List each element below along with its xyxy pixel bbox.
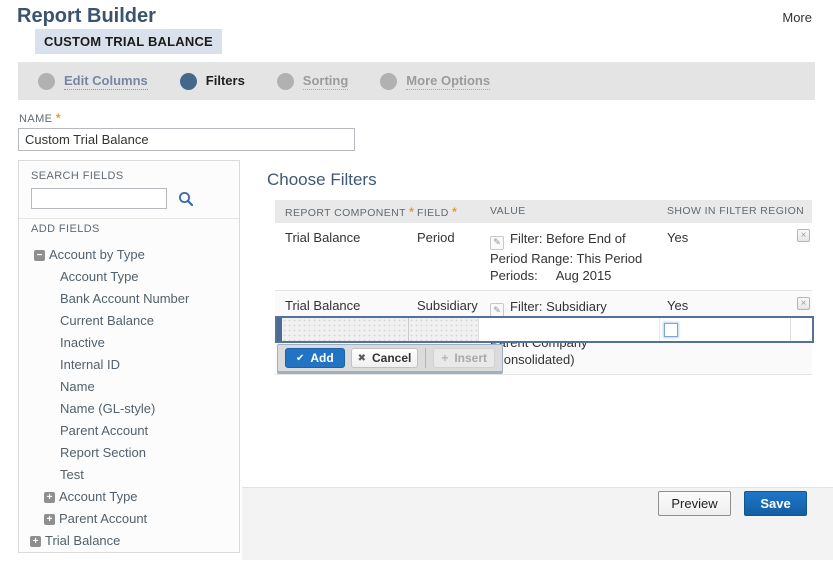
fields-sidebar: SEARCH FIELDS ADD FIELDS − Account by Ty…: [18, 160, 240, 553]
expand-icon[interactable]: +: [44, 513, 55, 525]
edit-cell-field: [409, 318, 479, 341]
choose-filters-heading: Choose Filters: [267, 170, 377, 189]
step-filters[interactable]: Filters: [179, 72, 245, 90]
more-link[interactable]: More: [782, 10, 812, 25]
save-button[interactable]: Save: [744, 491, 807, 516]
insert-button[interactable]: + Insert: [433, 348, 495, 368]
check-icon: ✔: [295, 352, 305, 364]
report-name-chip: CUSTOM TRIAL BALANCE: [35, 29, 222, 54]
col-field: FIELD *: [417, 205, 458, 219]
tree-item-test[interactable]: Test: [19, 464, 239, 486]
search-fields-input[interactable]: [31, 188, 167, 209]
report-builder-window: Report Builder More CUSTOM TRIAL BALANCE…: [0, 0, 833, 566]
edit-row-toolbar: ✔ Add ✖ Cancel + Insert: [277, 344, 503, 372]
col-report-component: REPORT COMPONENT *: [285, 205, 415, 219]
required-asterisk: *: [55, 111, 61, 125]
collapse-icon[interactable]: −: [34, 249, 45, 261]
tree-item-parent-account[interactable]: Parent Account: [19, 420, 239, 442]
expand-icon[interactable]: +: [44, 491, 55, 503]
tree-item-account-type-group[interactable]: + Account Type: [19, 486, 239, 508]
tree-item-parent-account-group[interactable]: + Parent Account: [19, 508, 239, 530]
tree-item-label: Parent Account: [59, 511, 148, 526]
tree-item-label: Account Type: [59, 489, 138, 504]
tree-item-label: Report Section: [60, 445, 146, 460]
cell-field: Period: [417, 230, 455, 245]
add-button[interactable]: ✔ Add: [285, 348, 345, 368]
step-label: More Options: [406, 72, 491, 90]
search-button[interactable]: [177, 190, 195, 208]
tree-item-label: Test: [60, 467, 84, 482]
cancel-button[interactable]: ✖ Cancel: [350, 348, 419, 368]
tree-item-name[interactable]: Name: [19, 376, 239, 398]
cell-show-in-filter-region: Yes: [667, 230, 689, 245]
tree-item-label: Name (GL-style): [60, 401, 156, 416]
tree-item-label: Account Type: [60, 269, 139, 284]
tree-item-name-gl-style[interactable]: Name (GL-style): [19, 398, 239, 420]
remove-row-icon[interactable]: ×: [797, 296, 810, 310]
cell-actions: ×: [788, 223, 812, 290]
search-fields-label: SEARCH FIELDS: [31, 170, 124, 182]
tree-item-label: Bank Account Number: [60, 291, 190, 306]
col-show-in-filter-region: SHOW IN FILTER REGION: [667, 205, 805, 217]
tree-item-bank-account-number[interactable]: Bank Account Number: [19, 288, 239, 310]
close-icon: ✖: [357, 352, 367, 364]
step-edit-columns[interactable]: Edit Columns: [38, 72, 148, 90]
step-more-options[interactable]: More Options: [380, 72, 491, 90]
tree-item-label: Current Balance: [60, 313, 154, 328]
tree-item-label: Account by Type: [49, 247, 145, 262]
required-asterisk: *: [452, 205, 458, 219]
edit-cell-value[interactable]: [479, 318, 659, 341]
step-dot-icon: [276, 72, 294, 90]
step-label: Edit Columns: [64, 72, 148, 90]
tree-item-label: Parent Account: [60, 423, 149, 438]
page-title: Report Builder: [17, 5, 156, 27]
tree-item-current-balance[interactable]: Current Balance: [19, 310, 239, 332]
plus-icon: +: [441, 351, 449, 365]
tree-item-report-section[interactable]: Report Section: [19, 442, 239, 464]
edit-filter-icon[interactable]: ✎: [490, 303, 504, 317]
step-label: Filters: [205, 73, 245, 88]
name-field-label: NAME *: [19, 111, 61, 125]
name-input[interactable]: [18, 128, 355, 151]
filters-table-header: REPORT COMPONENT * FIELD * VALUE SHOW IN…: [275, 200, 812, 223]
edit-filter-icon[interactable]: ✎: [490, 235, 504, 250]
cell-value: ✎ Filter: Before End of Period Range: Thi…: [490, 231, 643, 283]
filter-row-period[interactable]: Trial Balance Period ✎ Filter: Before End…: [275, 223, 812, 291]
fields-tree: − Account by Type Account Type Bank Acco…: [19, 244, 239, 552]
search-icon: [179, 192, 194, 207]
col-actions: [788, 200, 812, 223]
step-dot-icon: [38, 72, 55, 90]
toolbar-divider: [425, 348, 427, 368]
footer-bar: Preview Save: [242, 487, 833, 560]
tree-item-label: Trial Balance: [45, 533, 121, 548]
step-dot-icon: [179, 72, 197, 90]
tree-item-inactive[interactable]: Inactive: [19, 332, 239, 354]
add-fields-label: ADD FIELDS: [31, 223, 100, 235]
tree-item-account-type[interactable]: Account Type: [19, 266, 239, 288]
col-value: VALUE: [490, 205, 526, 217]
edit-cell-report-component: [282, 318, 409, 341]
tree-item-label: Name: [60, 379, 95, 394]
step-label: Sorting: [302, 72, 349, 90]
tree-item-label: Internal ID: [60, 357, 120, 372]
preview-button[interactable]: Preview: [658, 491, 731, 516]
tree-item-account-by-type[interactable]: − Account by Type: [19, 244, 239, 266]
tree-item-label: Inactive: [60, 335, 105, 350]
cell-report-component: Trial Balance: [285, 230, 361, 245]
step-nav: Edit Columns Filters Sorting More Option…: [18, 62, 815, 100]
show-in-filter-region-checkbox[interactable]: [664, 322, 678, 337]
edit-cell-actions: [790, 318, 812, 341]
edit-cell-show-in-filter-region: [659, 318, 790, 341]
tree-item-trial-balance[interactable]: + Trial Balance: [19, 530, 239, 552]
step-dot-icon: [380, 72, 398, 90]
new-filter-edit-row[interactable]: [275, 316, 814, 343]
expand-icon[interactable]: +: [30, 535, 41, 547]
step-sorting[interactable]: Sorting: [276, 72, 349, 90]
sidebar-divider: [19, 218, 239, 219]
tree-item-internal-id[interactable]: Internal ID: [19, 354, 239, 376]
remove-row-icon[interactable]: ×: [797, 229, 810, 242]
